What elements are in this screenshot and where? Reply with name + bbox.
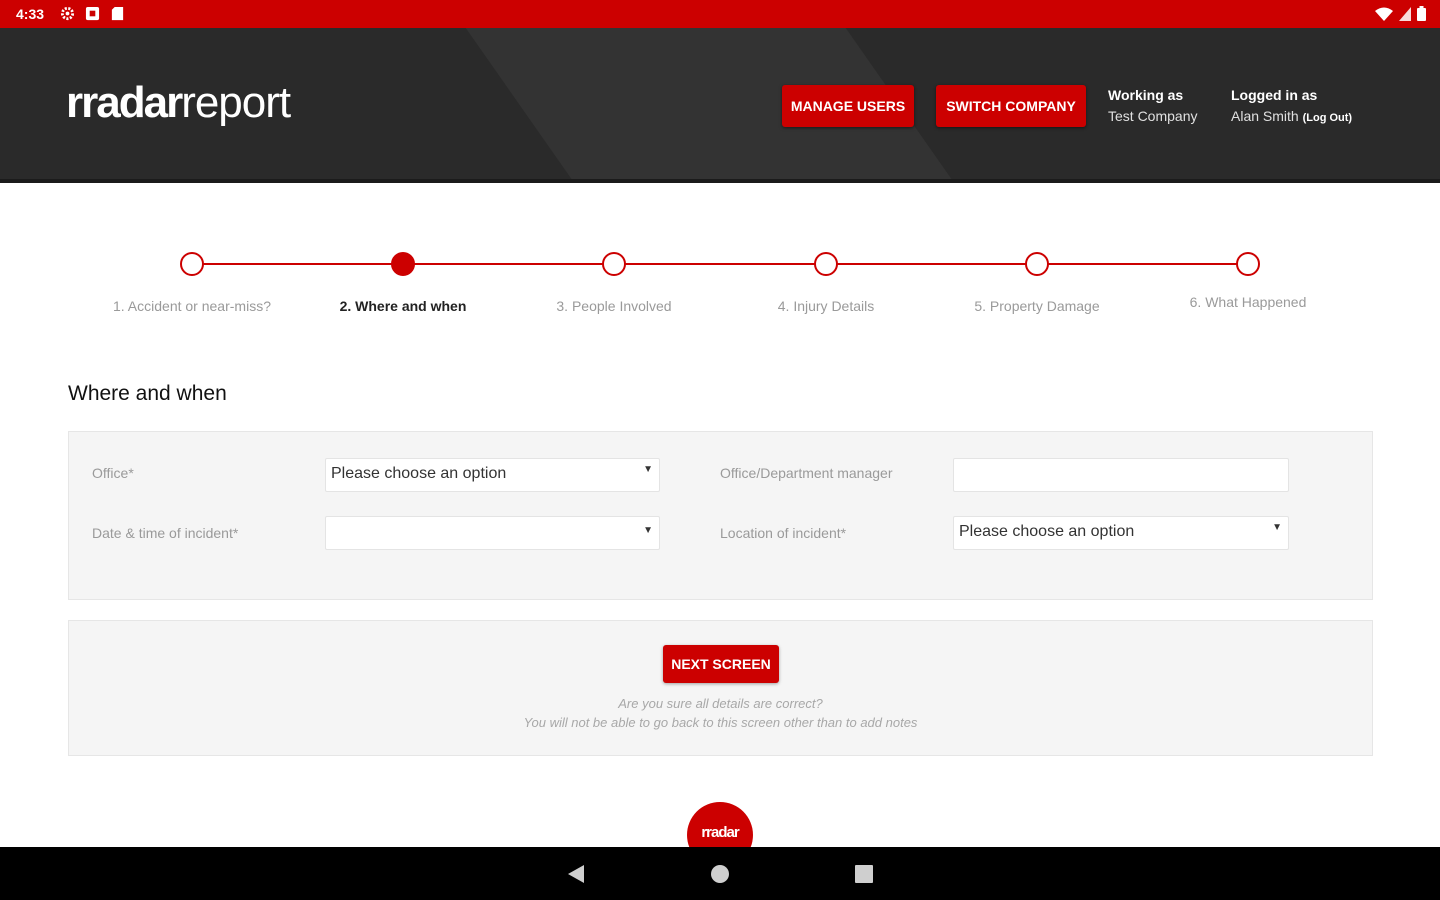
battery-icon — [1417, 6, 1426, 26]
dropdown-arrow-icon: ▼ — [643, 525, 653, 536]
logged-in-label: Logged in as — [1231, 87, 1318, 103]
step-5[interactable]: 5. Property Damage — [932, 252, 1142, 314]
step-2[interactable]: 2. Where and when — [298, 252, 508, 314]
step-3[interactable]: 3. People Involved — [509, 252, 719, 314]
step-marker — [814, 252, 838, 276]
signal-icon — [1399, 6, 1411, 26]
confirm-note: Are you sure all details are correct? — [618, 696, 823, 711]
manager-input[interactable] — [953, 458, 1289, 492]
logout-link[interactable]: (Log Out) — [1303, 112, 1352, 124]
confirm-warning: You will not be able to go back to this … — [523, 715, 918, 730]
switch-company-button[interactable]: SWITCH COMPANY — [936, 85, 1086, 127]
android-nav-bar — [0, 847, 1440, 900]
location-select[interactable]: Please choose an option ▼ — [953, 516, 1289, 550]
android-status-bar: 4:33 — [0, 0, 1440, 28]
datetime-select[interactable]: ▼ — [325, 516, 660, 550]
step-4[interactable]: 4. Injury Details — [721, 252, 931, 314]
recents-icon[interactable] — [853, 863, 875, 885]
manager-label: Office/Department manager — [720, 465, 893, 481]
home-icon[interactable] — [709, 863, 731, 885]
office-select[interactable]: Please choose an option ▼ — [325, 458, 660, 492]
status-time: 4:33 — [16, 6, 45, 22]
step-label: 1. Accident or near-miss? — [113, 298, 271, 314]
step-marker — [602, 252, 626, 276]
manage-users-button[interactable]: MANAGE USERS — [782, 85, 914, 127]
logged-in-user: Alan Smith — [1231, 108, 1299, 124]
office-label: Office* — [92, 465, 134, 481]
working-as-label: Working as — [1108, 87, 1184, 103]
dropdown-arrow-icon: ▼ — [1272, 522, 1282, 533]
location-label: Location of incident* — [720, 525, 847, 541]
next-screen-button[interactable]: NEXT SCREEN — [663, 645, 779, 683]
datetime-label: Date & time of incident* — [92, 525, 239, 541]
progress-stepper: 1. Accident or near-miss? 2. Where and w… — [0, 248, 1440, 328]
logged-in-info: Logged in as Alan Smith (Log Out) — [1231, 85, 1352, 129]
where-when-form: Office* Please choose an option ▼ Office… — [68, 431, 1373, 600]
step-label: 4. Injury Details — [777, 298, 875, 314]
working-as-company: Test Company — [1108, 108, 1198, 124]
dropdown-arrow-icon: ▼ — [643, 464, 653, 475]
step-label: 3. People Involved — [556, 298, 672, 314]
location-select-value: Please choose an option — [959, 523, 1135, 540]
step-label: 6. What Happened — [1189, 294, 1307, 310]
gear-icon — [60, 6, 75, 21]
step-marker-active — [391, 252, 415, 276]
office-select-value: Please choose an option — [331, 465, 507, 482]
step-marker — [1236, 252, 1260, 276]
next-screen-panel: NEXT SCREEN Are you sure all details are… — [68, 620, 1373, 756]
rradar-report-logo: rradarreport — [66, 78, 291, 127]
wifi-icon — [1375, 7, 1393, 26]
step-label: 5. Property Damage — [974, 298, 1100, 314]
step-1[interactable]: 1. Accident or near-miss? — [87, 252, 297, 314]
step-marker — [180, 252, 204, 276]
step-label-active: 2. Where and when — [339, 298, 467, 314]
back-icon[interactable] — [565, 863, 587, 885]
app-header: rradarreport MANAGE USERS SWITCH COMPANY… — [0, 28, 1440, 183]
working-as-info: Working as Test Company — [1108, 85, 1197, 127]
step-6[interactable]: 6. What Happened — [1143, 252, 1353, 310]
square-notification-icon — [85, 6, 100, 21]
page-title: Where and when — [68, 382, 227, 405]
sd-card-icon — [110, 6, 125, 21]
step-marker — [1025, 252, 1049, 276]
